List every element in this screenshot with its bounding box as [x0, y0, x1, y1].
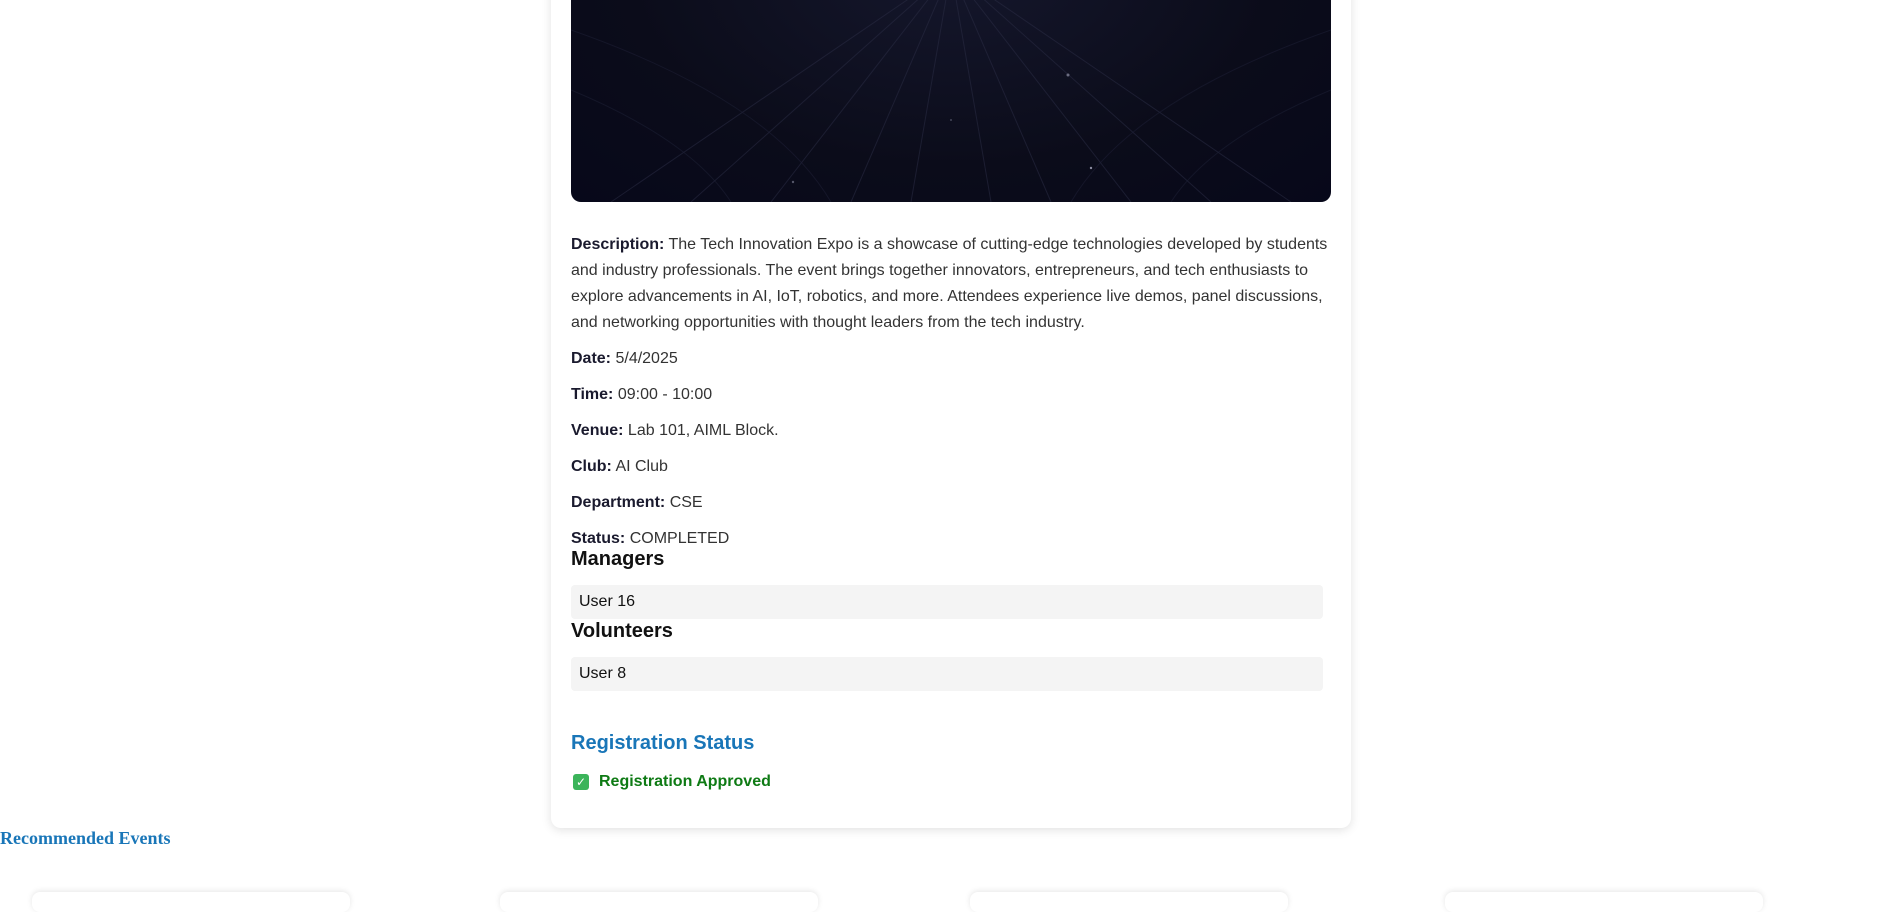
description-text: The Tech Innovation Expo is a showcase o… — [571, 236, 1328, 331]
status-label: Status: — [571, 530, 626, 547]
recommended-event-card[interactable] — [970, 892, 1288, 912]
club-label: Club: — [571, 458, 612, 475]
check-box-icon: ✓ — [573, 774, 589, 790]
event-description: Description: The Tech Innovation Expo is… — [571, 232, 1331, 336]
event-club: Club: AI Club — [571, 454, 1331, 480]
time-label: Time: — [571, 386, 614, 403]
volunteers-heading: Volunteers — [571, 620, 673, 642]
registration-status-heading: Registration Status — [571, 732, 755, 754]
description-label: Description: — [571, 236, 665, 253]
event-details: Description: The Tech Innovation Expo is… — [571, 232, 1331, 562]
managers-heading: Managers — [571, 548, 665, 570]
volunteer-item: User 8 — [571, 657, 1323, 691]
event-venue: Venue: Lab 101, AIML Block. — [571, 418, 1331, 444]
date-value: 5/4/2025 — [615, 350, 678, 367]
manager-item: User 16 — [571, 585, 1323, 619]
venue-value: Lab 101, AIML Block. — [627, 422, 779, 439]
registration-status: ✓ Registration Approved — [571, 773, 771, 791]
recommended-event-card[interactable] — [1445, 892, 1763, 912]
recommended-event-card[interactable] — [500, 892, 818, 912]
event-department: Department: CSE — [571, 490, 1331, 516]
venue-label: Venue: — [571, 422, 624, 439]
club-value: AI Club — [615, 458, 668, 475]
event-date: Date: 5/4/2025 — [571, 346, 1331, 372]
event-detail-card: Description: The Tech Innovation Expo is… — [551, 0, 1351, 828]
event-status: Status: COMPLETED — [571, 526, 1331, 552]
date-label: Date: — [571, 350, 612, 367]
department-label: Department: — [571, 494, 666, 511]
recommended-event-card[interactable] — [32, 892, 350, 912]
status-value: COMPLETED — [629, 530, 730, 547]
event-time: Time: 09:00 - 10:00 — [571, 382, 1331, 408]
time-value: 09:00 - 10:00 — [617, 386, 713, 403]
department-value: CSE — [669, 494, 703, 511]
event-banner-image — [571, 0, 1331, 202]
recommended-events-heading: Recommended Events — [0, 828, 171, 848]
registration-status-text: Registration Approved — [599, 773, 771, 790]
